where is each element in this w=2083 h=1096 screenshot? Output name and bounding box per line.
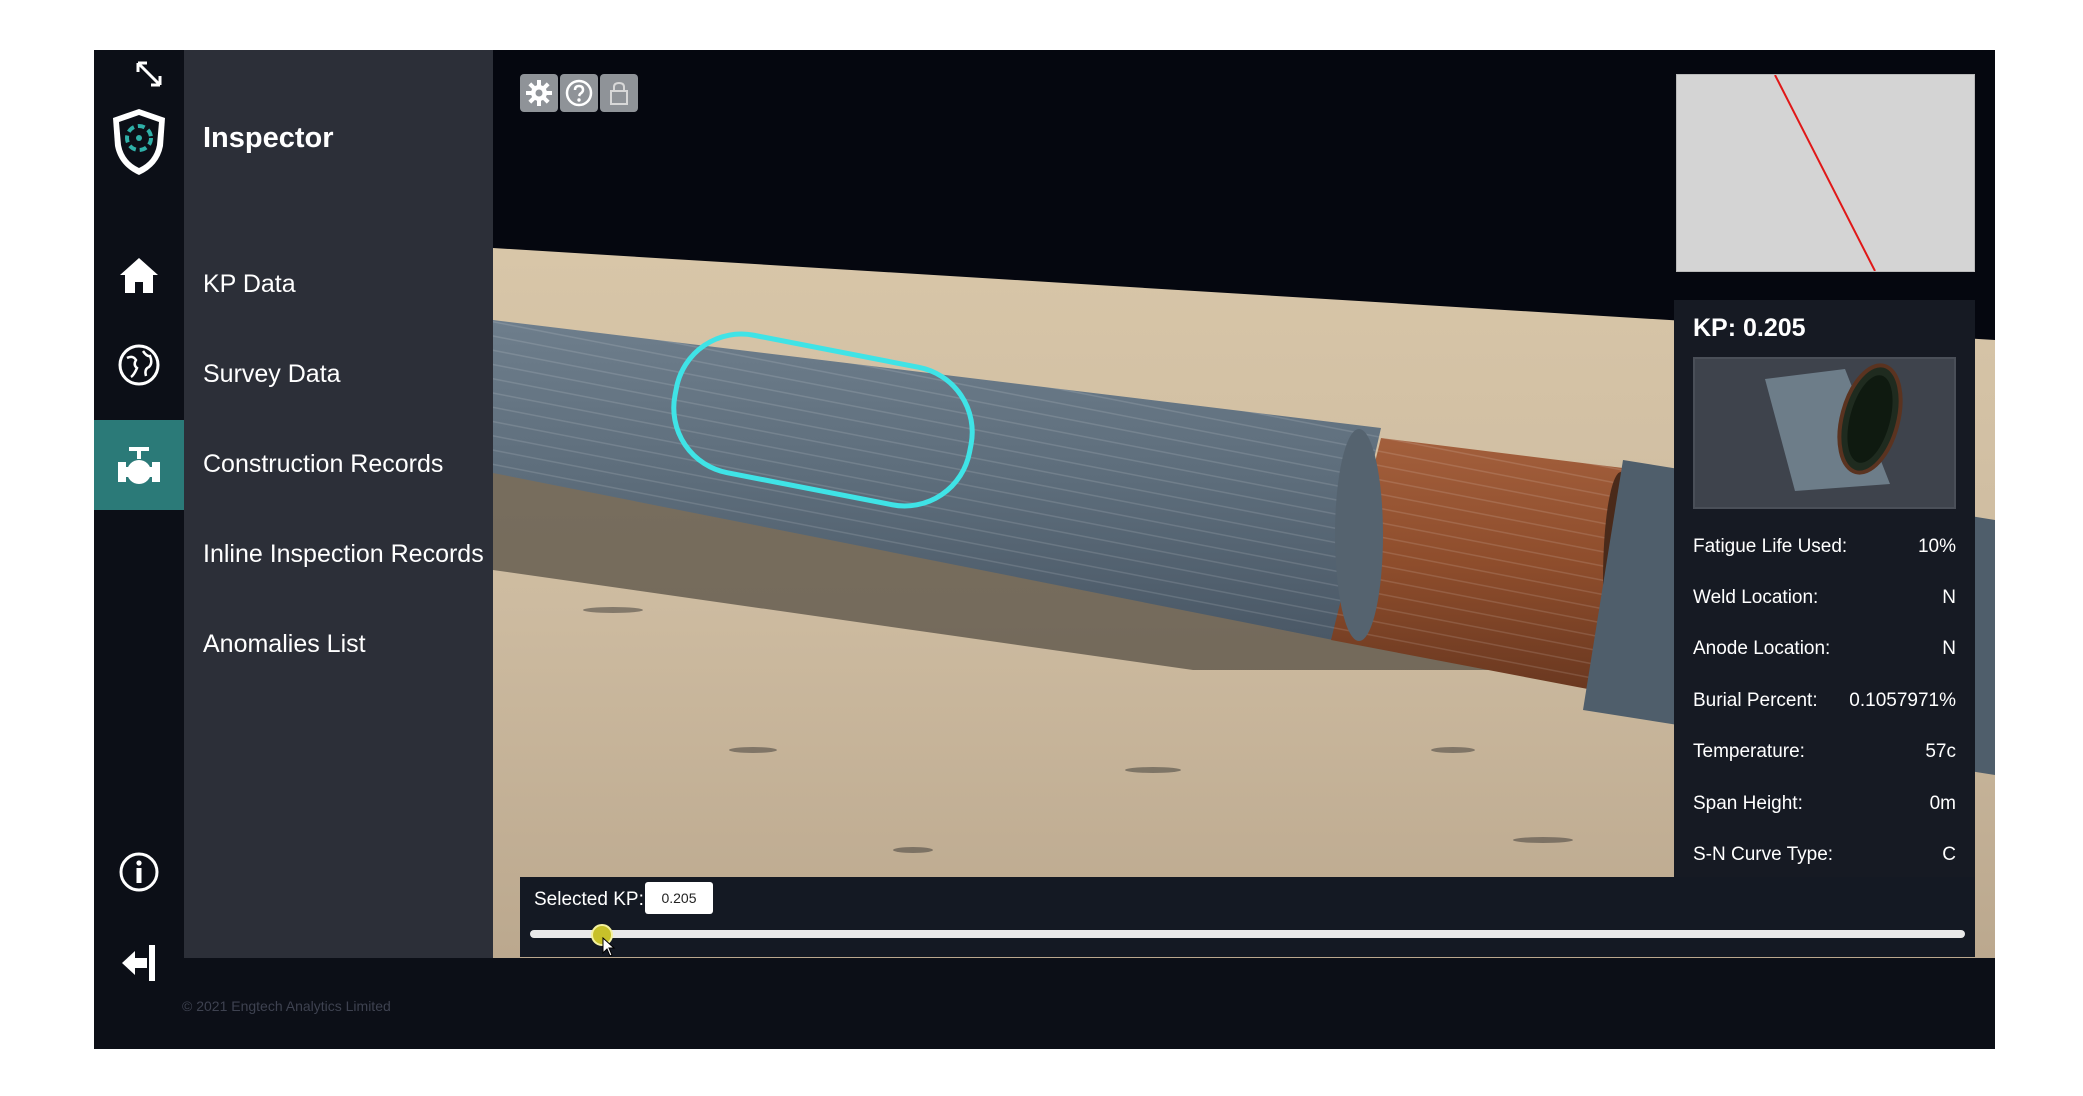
copyright-text: © 2021 Engtech Analytics Limited bbox=[182, 998, 391, 1014]
kp-row-label: Anode Location: bbox=[1693, 638, 1831, 659]
kp-selector-bar: Selected KP: bbox=[520, 877, 1975, 957]
kp-row-anode: Anode Location: N bbox=[1693, 638, 1956, 660]
kp-row-value: C bbox=[1942, 844, 1956, 865]
home-icon[interactable] bbox=[94, 230, 184, 320]
kp-info-panel: KP: 0.205 Fatigue Life Used: 10% Weld Loc… bbox=[1674, 300, 1975, 878]
kp-row-label: Span Height: bbox=[1693, 793, 1803, 814]
help-icon[interactable] bbox=[560, 74, 598, 112]
selected-kp-input[interactable] bbox=[645, 882, 713, 914]
kp-row-value: N bbox=[1942, 638, 1956, 659]
kp-row-label: Burial Percent: bbox=[1693, 690, 1818, 711]
shield-logo-icon bbox=[94, 102, 184, 182]
lock-icon[interactable] bbox=[600, 74, 638, 112]
mouse-cursor-icon bbox=[602, 937, 616, 957]
nav-item-inline-inspection-records[interactable]: Inline Inspection Records bbox=[203, 540, 484, 569]
kp-row-label: S-N Curve Type: bbox=[1693, 844, 1834, 865]
kp-row-sn-curve: S-N Curve Type: C bbox=[1693, 844, 1956, 866]
info-icon[interactable] bbox=[94, 827, 184, 917]
3d-viewport[interactable]: KP: 0.205 Fatigue Life Used: 10% Weld Loc… bbox=[493, 50, 1995, 958]
kp-row-value: 10% bbox=[1917, 536, 1956, 557]
kp-slider-track[interactable] bbox=[530, 930, 1965, 938]
kp-row-label: Weld Location: bbox=[1693, 587, 1819, 608]
kp-row-fatigue: Fatigue Life Used: 10% bbox=[1693, 536, 1956, 558]
app-window: Inspector KP Data Survey Data Constructi… bbox=[94, 50, 1995, 1049]
selected-kp-label: Selected KP: bbox=[534, 889, 644, 910]
kp-row-label: Temperature: bbox=[1693, 741, 1805, 762]
toolbar bbox=[520, 74, 638, 112]
globe-icon[interactable] bbox=[94, 320, 184, 410]
valve-icon[interactable] bbox=[94, 420, 184, 510]
nav-item-construction-records[interactable]: Construction Records bbox=[203, 450, 443, 479]
kp-row-span-height: Span Height: 0m bbox=[1693, 793, 1956, 815]
kp-row-weld: Weld Location: N bbox=[1693, 587, 1956, 609]
expand-icon[interactable] bbox=[119, 50, 179, 98]
kp-row-value: 0m bbox=[1929, 793, 1956, 814]
app-title: Inspector bbox=[203, 122, 334, 154]
logout-icon[interactable] bbox=[94, 918, 184, 1008]
gear-icon[interactable] bbox=[520, 74, 558, 112]
pipe-section-preview bbox=[1693, 357, 1956, 509]
kp-title: KP: 0.205 bbox=[1693, 314, 1806, 342]
nav-item-survey-data[interactable]: Survey Data bbox=[203, 360, 341, 389]
kp-row-value: 0.1057971% bbox=[1849, 690, 1956, 711]
nav-panel: Inspector KP Data Survey Data Constructi… bbox=[184, 50, 493, 958]
nav-item-kp-data[interactable]: KP Data bbox=[203, 270, 296, 299]
kp-row-temperature: Temperature: 57c bbox=[1693, 741, 1956, 763]
icon-rail bbox=[94, 50, 184, 1049]
kp-row-label: Fatigue Life Used: bbox=[1693, 536, 1848, 557]
nav-item-anomalies-list[interactable]: Anomalies List bbox=[203, 630, 366, 659]
minimap[interactable] bbox=[1676, 74, 1975, 272]
kp-row-burial: Burial Percent: 0.1057971% bbox=[1693, 690, 1956, 712]
kp-row-value: N bbox=[1942, 587, 1956, 608]
kp-row-value: 57c bbox=[1925, 741, 1956, 762]
